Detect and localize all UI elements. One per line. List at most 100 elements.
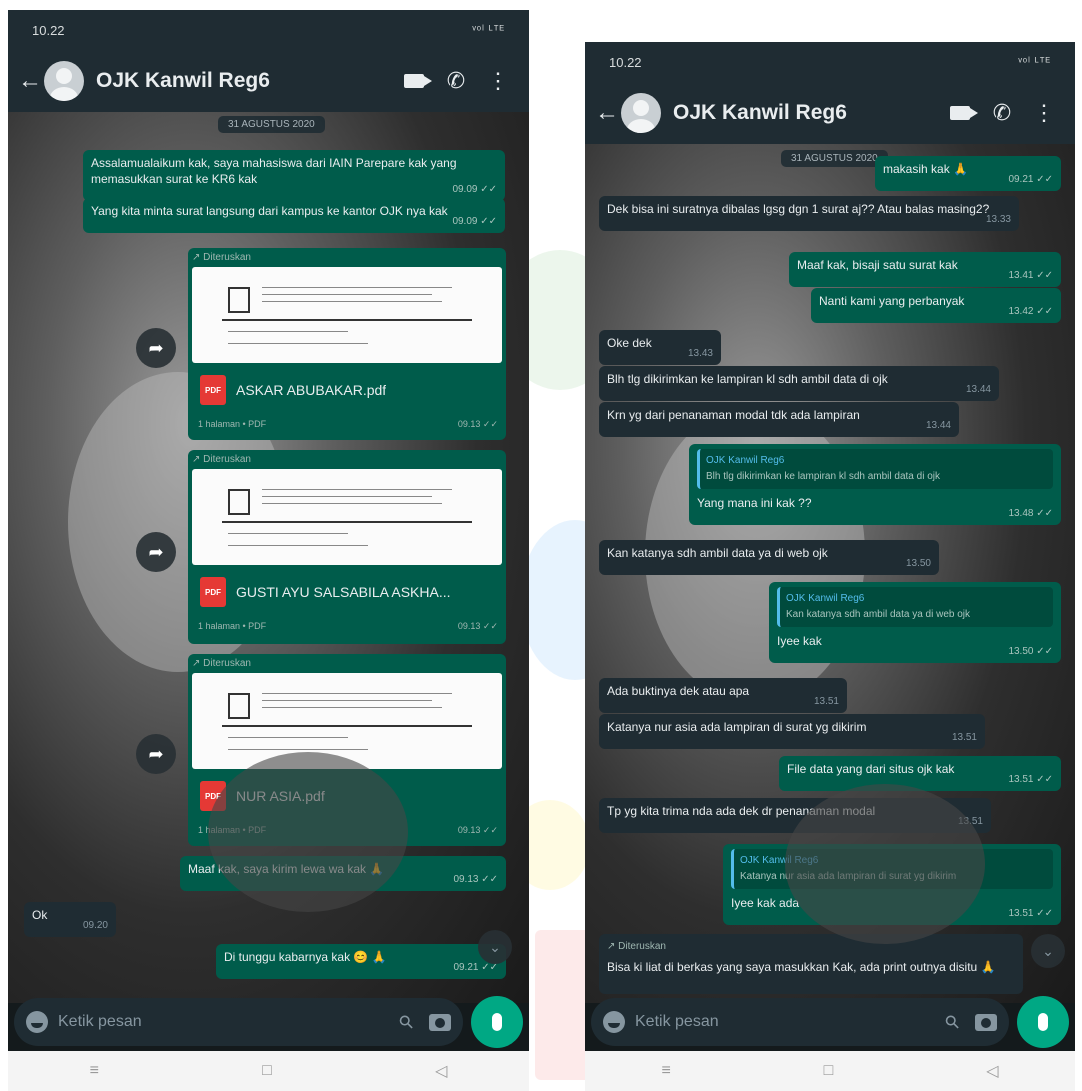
document-message[interactable]: ↗ Diteruskan PDF NUR ASIA.pdf 1 halaman …: [188, 654, 506, 846]
mic-button[interactable]: [1017, 996, 1069, 1048]
document-message[interactable]: ↗ Diteruskan PDF ASKAR ABUBAKAR.pdf 1 ha…: [188, 248, 506, 440]
message-incoming[interactable]: Krn yg dari penanaman modal tdk ada lamp…: [599, 402, 959, 437]
pdf-file-icon: PDF: [200, 781, 226, 811]
quoted-message[interactable]: OJK Kanwil Reg6 Blh tlg dikirimkan ke la…: [697, 449, 1053, 489]
message-time: 13.50 ✓✓: [1008, 646, 1053, 657]
message-text: Assalamualaikum kak, saya mahasiswa dari…: [91, 156, 457, 186]
message-incoming[interactable]: Oke dek 13.43: [599, 330, 721, 365]
message-incoming[interactable]: Dek bisa ini suratnya dibalas lgsg dgn 1…: [599, 196, 1019, 231]
message-outgoing-reply[interactable]: OJK Kanwil Reg6 Kan katanya sdh ambil da…: [769, 582, 1061, 663]
message-text: Bisa ki liat di berkas yang saya masukka…: [607, 960, 996, 974]
message-incoming[interactable]: Ok 09.20: [24, 902, 116, 937]
emoji-icon[interactable]: [26, 1011, 48, 1033]
mic-icon: [1038, 1013, 1048, 1031]
video-call-icon[interactable]: [393, 74, 435, 88]
message-input[interactable]: Ketik pesan ⚲: [591, 998, 1009, 1046]
message-incoming-forwarded[interactable]: ↗ Diteruskan Bisa ki liat di berkas yang…: [599, 934, 1023, 994]
pdf-file-icon: PDF: [200, 375, 226, 405]
more-options-icon[interactable]: ⋮: [1023, 100, 1065, 126]
avatar-icon[interactable]: [44, 61, 84, 101]
status-time: 10.22: [32, 22, 65, 38]
nav-home-icon[interactable]: □: [824, 1062, 834, 1080]
camera-icon[interactable]: [975, 1013, 997, 1031]
nav-menu-icon[interactable]: ≡: [661, 1062, 670, 1080]
nav-back-icon[interactable]: ◁: [986, 1061, 998, 1081]
document-preview[interactable]: [192, 469, 502, 565]
share-forward-icon[interactable]: ➦: [136, 532, 176, 572]
document-meta: 1 halaman • PDF: [198, 419, 267, 429]
share-forward-icon[interactable]: ➦: [136, 328, 176, 368]
quoted-message[interactable]: OJK Kanwil Reg6 Katanya nur asia ada lam…: [731, 849, 1053, 889]
quote-text: Blh tlg dikirimkan ke lampiran kl sdh am…: [706, 471, 940, 482]
message-time: 13.51: [957, 816, 983, 827]
message-outgoing[interactable]: Maaf kak, bisaji satu surat kak 13.41 ✓✓: [789, 252, 1061, 287]
message-time: 13.41 ✓✓: [1008, 270, 1053, 281]
avatar-icon[interactable]: [621, 93, 661, 133]
signal-indicator: ᵛᵒˡ ᴸᵀᴱ: [1018, 56, 1051, 68]
message-time: 09.13 ✓✓: [457, 621, 498, 631]
quote-text: Katanya nur asia ada lampiran di surat y…: [740, 871, 957, 882]
nav-menu-icon[interactable]: ≡: [90, 1062, 99, 1080]
message-time: 09.09 ✓✓: [452, 216, 497, 227]
message-text: Dek bisa ini suratnya dibalas lgsg dgn 1…: [607, 202, 990, 216]
contact-name[interactable]: OJK Kanwil Reg6: [673, 101, 939, 125]
input-placeholder[interactable]: Ketik pesan: [635, 1013, 946, 1031]
message-time: 09.20: [82, 920, 108, 931]
chat-area: 31 AGUSTUS 2020 Assalamualaikum kak, say…: [8, 112, 529, 1003]
date-chip: 31 AGUSTUS 2020: [218, 116, 325, 133]
phone-icon[interactable]: ✆: [435, 68, 477, 94]
chat-header: ← OJK Kanwil Reg6 ✆ ⋮: [8, 50, 529, 112]
message-outgoing[interactable]: Assalamualaikum kak, saya mahasiswa dari…: [83, 150, 505, 201]
message-outgoing-reply[interactable]: OJK Kanwil Reg6 Katanya nur asia ada lam…: [723, 844, 1061, 925]
message-outgoing[interactable]: Maaf kak, saya kirim lewa wa kak 🙏 09.13…: [180, 856, 506, 891]
system-nav-bar: ≡ □ ◁: [585, 1051, 1075, 1091]
scroll-down-icon[interactable]: ⌄: [1031, 934, 1065, 968]
back-arrow-icon[interactable]: ←: [595, 99, 621, 127]
message-input[interactable]: Ketik pesan ⚲: [14, 998, 463, 1046]
document-message[interactable]: ↗ Diteruskan PDF GUSTI AYU SALSABILA ASK…: [188, 450, 506, 644]
message-text: Maaf kak, bisaji satu surat kak: [797, 258, 958, 272]
message-incoming[interactable]: Kan katanya sdh ambil data ya di web ojk…: [599, 540, 939, 575]
document-meta: 1 halaman • PDF: [198, 825, 267, 835]
message-time: 09.13 ✓✓: [457, 419, 498, 429]
message-time: 13.44: [925, 420, 951, 431]
message-text: Iyee kak ada: [731, 896, 800, 910]
scroll-down-icon[interactable]: ⌄: [478, 930, 512, 964]
message-time: 13.51: [813, 696, 839, 707]
message-outgoing[interactable]: Yang kita minta surat langsung dari kamp…: [83, 198, 505, 233]
input-placeholder[interactable]: Ketik pesan: [58, 1013, 400, 1031]
share-forward-icon[interactable]: ➦: [136, 734, 176, 774]
mic-button[interactable]: [471, 996, 523, 1048]
message-outgoing[interactable]: makasih kak 🙏 09.21 ✓✓: [875, 156, 1061, 191]
message-text: Ok: [32, 908, 48, 922]
message-outgoing[interactable]: Nanti kami yang perbanyak 13.42 ✓✓: [811, 288, 1061, 323]
back-arrow-icon[interactable]: ←: [18, 67, 44, 95]
nav-home-icon[interactable]: □: [262, 1062, 272, 1080]
message-text: File data yang dari situs ojk kak: [787, 762, 955, 776]
phone-screen-right: 10.22 ᵛᵒˡ ᴸᵀᴱ ← OJK Kanwil Reg6 ✆ ⋮ 31 A…: [585, 42, 1075, 1091]
phone-icon[interactable]: ✆: [981, 100, 1023, 126]
document-meta: 1 halaman • PDF: [198, 621, 267, 631]
signal-indicator: ᵛᵒˡ ᴸᵀᴱ: [472, 24, 505, 36]
message-incoming[interactable]: Katanya nur asia ada lampiran di surat y…: [599, 714, 985, 749]
message-incoming[interactable]: Blh tlg dikirimkan ke lampiran kl sdh am…: [599, 366, 999, 401]
document-preview[interactable]: [192, 267, 502, 363]
message-text: Blh tlg dikirimkan ke lampiran kl sdh am…: [607, 372, 888, 386]
message-text: Maaf kak, saya kirim lewa wa kak 🙏: [188, 862, 385, 876]
quote-sender: OJK Kanwil Reg6: [786, 593, 865, 604]
emoji-icon[interactable]: [603, 1011, 625, 1033]
contact-name[interactable]: OJK Kanwil Reg6: [96, 69, 393, 93]
document-preview[interactable]: [192, 673, 502, 769]
message-incoming[interactable]: Ada buktinya dek atau apa 13.51: [599, 678, 847, 713]
nav-back-icon[interactable]: ◁: [435, 1061, 447, 1081]
forwarded-label: ↗ Diteruskan: [607, 941, 666, 952]
message-outgoing[interactable]: Di tunggu kabarnya kak 😊 🙏 09.21 ✓✓: [216, 944, 506, 979]
forwarded-label: ↗ Diteruskan: [192, 252, 251, 263]
message-incoming[interactable]: Tp yg kita trima nda ada dek dr penanama…: [599, 798, 991, 833]
video-call-icon[interactable]: [939, 106, 981, 120]
more-options-icon[interactable]: ⋮: [477, 68, 519, 94]
camera-icon[interactable]: [429, 1013, 451, 1031]
message-outgoing-reply[interactable]: OJK Kanwil Reg6 Blh tlg dikirimkan ke la…: [689, 444, 1061, 525]
message-outgoing[interactable]: File data yang dari situs ojk kak 13.51 …: [779, 756, 1061, 791]
quoted-message[interactable]: OJK Kanwil Reg6 Kan katanya sdh ambil da…: [777, 587, 1053, 627]
